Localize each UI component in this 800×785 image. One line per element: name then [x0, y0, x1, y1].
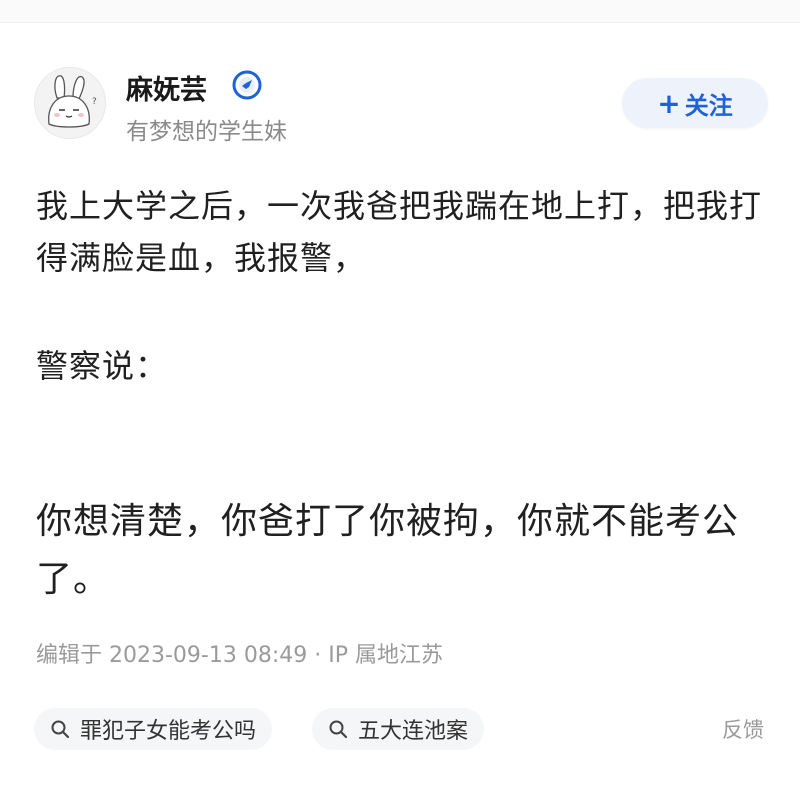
edit-meta: 编辑于 2023-09-13 08:49 · IP 属地江苏: [36, 643, 443, 668]
author-bio: 有梦想的学生妹: [126, 119, 287, 145]
follow-button[interactable]: + 关注: [622, 78, 768, 128]
top-divider: [0, 0, 800, 23]
search-tag-label: 罪犯子女能考公吗: [80, 719, 257, 744]
plus-icon: +: [657, 86, 681, 120]
search-icon: [50, 719, 70, 739]
bunny-avatar-icon[interactable]: ?: [34, 67, 106, 139]
feedback-link[interactable]: 反馈: [722, 714, 764, 744]
search-tag[interactable]: 五大连池案: [312, 708, 485, 750]
post-paragraph-3: 你想清楚，你爸打了你被拘，你就不能考公了。: [36, 501, 740, 600]
search-icon: [328, 719, 348, 739]
search-tag-label: 五大连池案: [358, 719, 469, 744]
search-tag[interactable]: 罪犯子女能考公吗: [34, 708, 273, 750]
verified-badge-icon: [232, 70, 262, 100]
author-name[interactable]: 麻妩芸: [126, 68, 207, 107]
post-paragraph-1: 我上大学之后，一次我爸把我踹在地上打，把我打得满脸是血，我报警，: [36, 187, 763, 277]
post-paragraph-2: 警察说：: [36, 347, 169, 385]
svg-text:?: ?: [92, 97, 97, 107]
follow-button-label: 关注: [684, 91, 733, 120]
